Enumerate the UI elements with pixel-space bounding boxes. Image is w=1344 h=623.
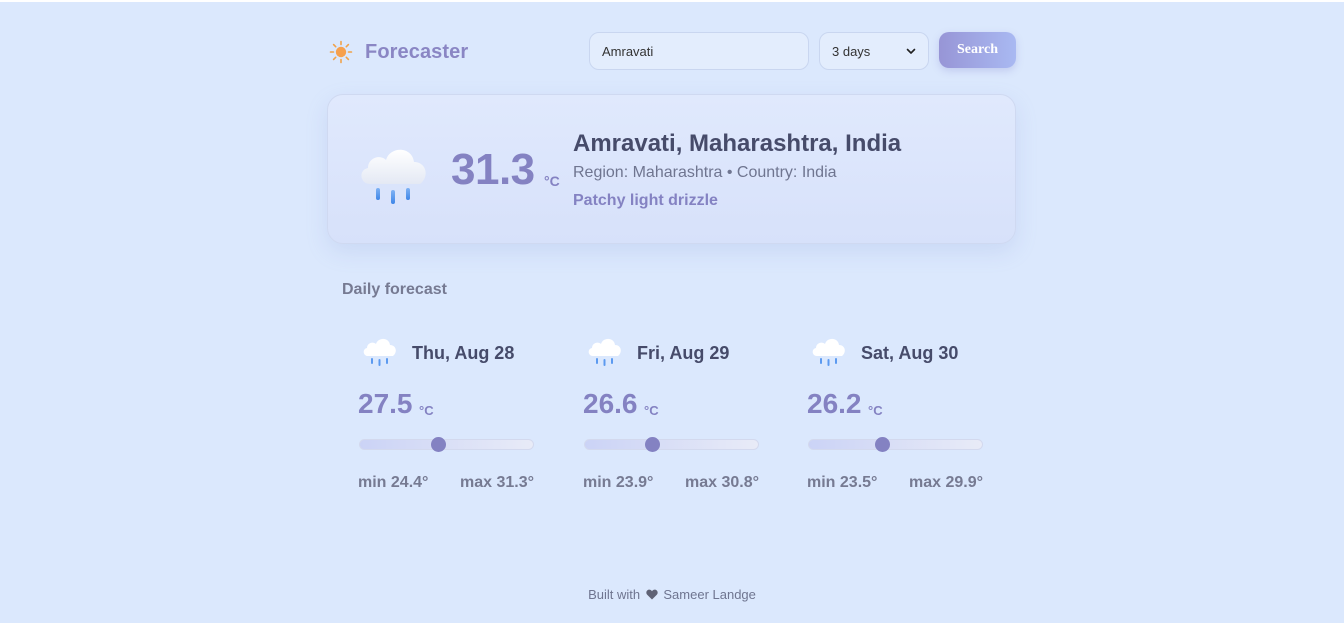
daily-forecast-title: Daily forecast — [342, 281, 447, 298]
sun-icon — [329, 40, 353, 64]
search-button[interactable]: Search — [939, 32, 1016, 68]
days-select-value: 3 days — [832, 43, 871, 59]
forecast-temperature-unit: °C — [419, 403, 434, 418]
slider-thumb[interactable] — [430, 437, 446, 452]
forecast-max-temp: max 31.3° — [460, 474, 535, 491]
rain-cloud-icon — [363, 338, 396, 366]
current-temperature: 31.3 — [451, 145, 535, 194]
city-search-input[interactable] — [589, 32, 809, 70]
forecast-day-card: Fri, Aug 29 26.6 °C min 23.9° max 30.8° — [583, 332, 768, 502]
forecast-date: Sat, Aug 30 — [861, 343, 959, 363]
brand-name: Forecaster — [365, 40, 469, 63]
temperature-range-slider[interactable] — [584, 437, 759, 452]
forecast-temperature-unit: °C — [868, 403, 883, 418]
forecast-temperature: 27.5 — [358, 388, 413, 419]
region-country-line: Region: Maharashtra • Country: India — [573, 164, 837, 181]
forecast-day-card: Sat, Aug 30 26.2 °C min 23.5° max 29.9° — [807, 332, 992, 502]
slider-thumb[interactable] — [645, 437, 661, 452]
forecast-min-temp: min 23.9° — [583, 474, 654, 491]
forecast-day-card: Thu, Aug 28 27.5 °C min 24.4° max 31.3° — [358, 332, 543, 502]
forecast-temperature: 26.2 — [807, 388, 862, 419]
footer: Built with Sameer Landge — [0, 587, 1344, 602]
days-select[interactable]: 3 days — [819, 32, 929, 70]
header: Forecaster 3 days Search — [327, 32, 1016, 72]
forecast-max-temp: max 30.8° — [685, 474, 760, 491]
current-temperature-unit: °C — [544, 173, 560, 189]
rain-cloud-icon — [588, 338, 621, 366]
footer-author: Sameer Landge — [663, 587, 756, 602]
forecast-temperature: 26.6 — [583, 388, 638, 419]
location-name: Amravati, Maharashtra, India — [573, 130, 902, 157]
weather-condition: Patchy light drizzle — [573, 192, 718, 209]
temperature-range-slider[interactable] — [359, 437, 534, 452]
forecast-max-temp: max 29.9° — [909, 474, 984, 491]
forecast-date: Fri, Aug 29 — [637, 343, 730, 363]
rain-cloud-icon — [812, 338, 845, 366]
footer-prefix: Built with — [588, 587, 641, 602]
slider-thumb[interactable] — [874, 437, 890, 452]
chevron-down-icon — [906, 48, 916, 54]
brand: Forecaster — [329, 32, 468, 72]
current-weather-card: 31.3 °C Amravati, Maharashtra, India Reg… — [327, 94, 1016, 244]
forecast-min-temp: min 23.5° — [807, 474, 878, 491]
forecast-min-temp: min 24.4° — [358, 474, 429, 491]
temperature-range-slider[interactable] — [808, 437, 983, 452]
rain-cloud-icon — [361, 149, 426, 204]
forecast-temperature-unit: °C — [644, 403, 659, 418]
forecast-date: Thu, Aug 28 — [412, 343, 515, 363]
heart-icon — [646, 589, 658, 600]
